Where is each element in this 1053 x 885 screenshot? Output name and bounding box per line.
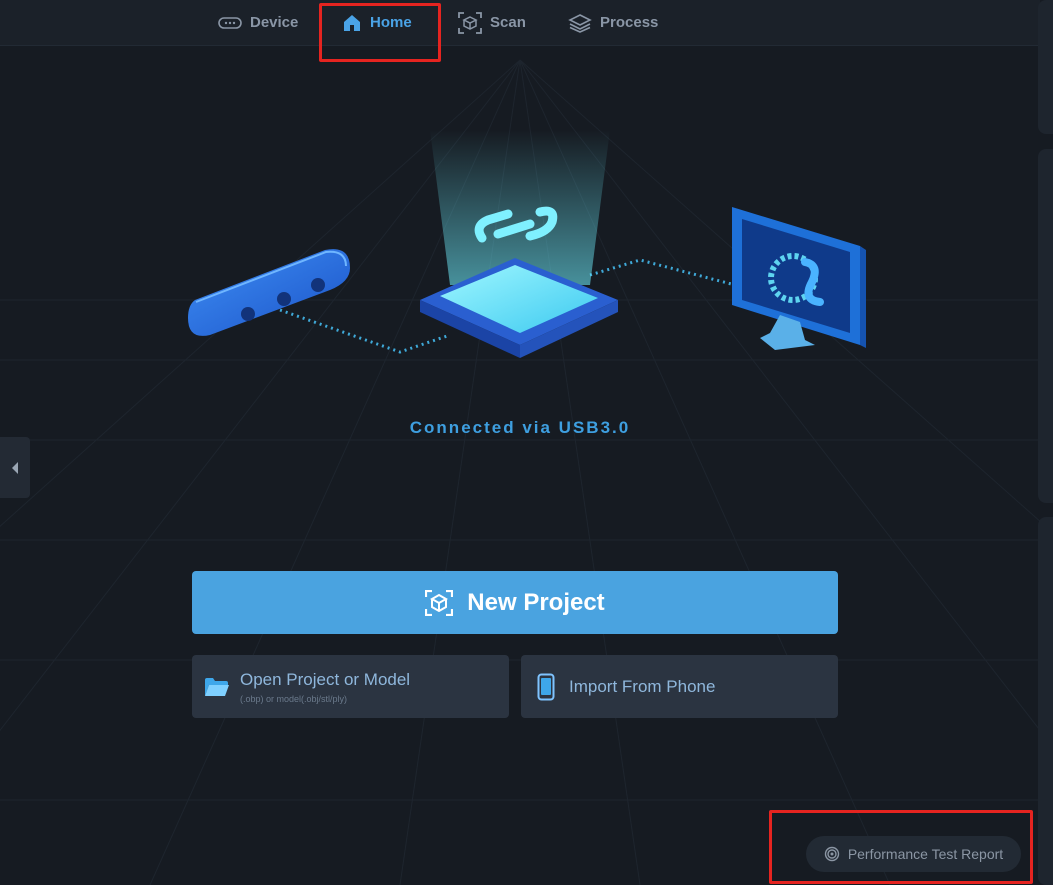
new-project-label: New Project (467, 588, 605, 616)
phone-icon (537, 673, 555, 700)
performance-report-button[interactable]: Performance Test Report (806, 836, 1021, 872)
right-panel-top[interactable] (1038, 0, 1053, 134)
right-panel-middle[interactable] (1038, 149, 1053, 503)
tab-device-label: Device (250, 14, 299, 31)
top-nav-bar: Device Home Scan Process (0, 0, 1040, 46)
tab-process-label: Process (600, 14, 659, 31)
folder-icon (205, 677, 229, 696)
home-icon (344, 14, 360, 31)
tab-home-label: Home (370, 14, 412, 31)
scan-icon (458, 11, 482, 34)
new-project-button[interactable]: New Project (192, 571, 838, 634)
fingerprint-icon (824, 846, 840, 862)
connection-illustration (188, 130, 866, 358)
tab-scan[interactable]: Scan (458, 0, 526, 45)
performance-report-label: Performance Test Report (847, 846, 1004, 862)
tab-process[interactable]: Process (568, 0, 658, 45)
open-project-button[interactable]: Open Project or Model (.obp) or model(.o… (192, 655, 509, 718)
scanner-device-graphic (188, 249, 350, 336)
right-panel-bottom[interactable] (1038, 517, 1053, 885)
import-from-phone-label: Import From Phone (569, 676, 716, 696)
layers-icon (568, 13, 592, 33)
connection-status: Connected via USB3.0 (409, 418, 631, 437)
import-from-phone-button[interactable]: Import From Phone (521, 655, 838, 718)
connection-hub-graphic (420, 130, 618, 358)
caret-left-icon (12, 461, 18, 474)
device-icon (218, 16, 242, 29)
tab-home[interactable]: Home (342, 0, 412, 45)
scan-cube-icon (425, 589, 454, 616)
open-project-hint: (.obp) or model(.obj/stl/ply) (240, 693, 348, 704)
tab-device[interactable]: Device (218, 0, 298, 45)
open-project-label: Open Project or Model (240, 669, 411, 689)
monitor-graphic (732, 207, 866, 350)
tab-scan-label: Scan (490, 14, 526, 31)
sidebar-expand-handle[interactable] (0, 437, 30, 498)
